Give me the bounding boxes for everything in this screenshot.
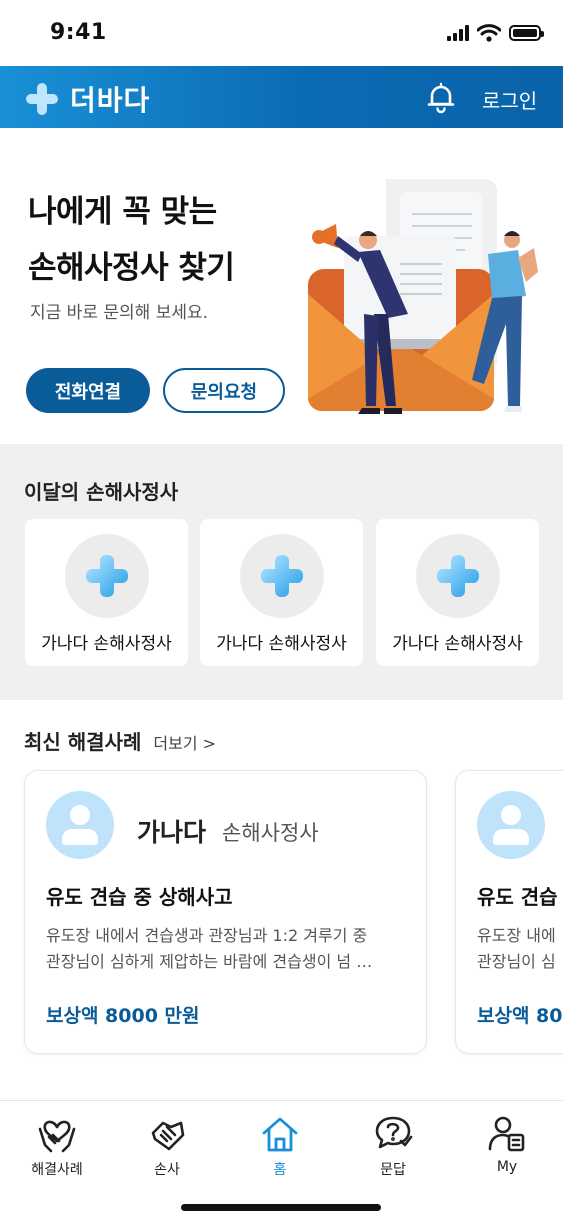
tab-label: 손사 — [154, 1162, 180, 1178]
handshake-icon — [151, 1121, 185, 1151]
case-description-line: 관장님이 심 — [477, 952, 556, 971]
tab-label: 문답 — [380, 1162, 406, 1178]
latest-cases-title: 최신 해결사례 — [24, 730, 142, 754]
monthly-section-title: 이달의 손해사정사 — [24, 480, 179, 504]
app-header: 더바다 로그인 — [0, 66, 563, 128]
cross-avatar-icon — [261, 555, 303, 597]
tab-adjusters[interactable]: 손사 — [122, 1115, 212, 1179]
call-button[interactable]: 전화연결 — [26, 368, 150, 413]
compensation-amount: 보상액 8000 만원 — [46, 1005, 200, 1027]
avatar — [65, 534, 149, 618]
cross-logo-icon — [26, 83, 58, 115]
case-description-line: 유도장 내에 — [477, 926, 556, 945]
adjuster-name: 가나다 손해사정사 — [41, 634, 172, 654]
adjuster-name: 가나다 — [137, 818, 207, 847]
login-button[interactable]: 로그인 — [482, 85, 537, 114]
bottom-tab-bar: 해결사례 손사 홈 문답 My — [0, 1100, 563, 1218]
adjuster-card[interactable]: 가나다 손해사정사 — [200, 519, 363, 666]
tab-qna[interactable]: 문답 — [348, 1115, 438, 1179]
tab-cases[interactable]: 해결사례 — [12, 1115, 102, 1179]
more-link[interactable]: 더보기 > — [153, 730, 216, 754]
adjuster-name: 가나다 손해사정사 — [216, 634, 347, 654]
battery-icon — [509, 25, 544, 41]
user-avatar-icon — [477, 791, 545, 859]
cross-avatar-icon — [86, 555, 128, 597]
wifi-icon — [477, 24, 501, 42]
hero-title-line2: 손해사정사 찾기 — [28, 250, 235, 286]
handshake-heart-icon — [38, 1120, 76, 1153]
case-title: 유도 견습 중 상해사고 — [46, 885, 233, 909]
tab-label: 홈 — [273, 1162, 287, 1178]
user-profile-icon — [488, 1116, 525, 1152]
cellular-signal-icon — [447, 25, 469, 41]
latest-cases-header: 최신 해결사례 더보기 > — [24, 726, 216, 755]
bell-icon[interactable] — [424, 80, 458, 114]
monthly-adjusters-section: 이달의 손해사정사 가나다 손해사정사 가나다 손해사정사 가나다 손해사정사 — [0, 444, 563, 700]
avatar — [416, 534, 500, 618]
case-description: 유도장 내에 관장님이 심 — [477, 923, 563, 975]
hero-illustration — [308, 179, 538, 414]
case-description-line: 유도장 내에서 견습생과 관장님과 1:2 겨루기 중 — [46, 926, 368, 945]
case-card[interactable]: 가나다 손해사정사 유도 견습 중 상해사고 유도장 내에서 견습생과 관장님과… — [24, 770, 427, 1054]
home-indicator — [181, 1204, 381, 1211]
hero-section: 나에게 꼭 맞는 손해사정사 찾기 지금 바로 문의해 보세요. 전화연결 문의… — [0, 128, 563, 444]
user-avatar-icon — [46, 791, 114, 859]
brand-name: 더바다 — [70, 84, 151, 117]
status-bar: 9:41 — [0, 0, 563, 66]
avatar — [240, 534, 324, 618]
case-description: 유도장 내에서 견습생과 관장님과 1:2 겨루기 중 관장님이 심하게 제압하… — [46, 923, 406, 975]
tab-my[interactable]: My — [462, 1115, 552, 1175]
case-card[interactable]: 유도 견습 유도장 내에 관장님이 심 보상액 80 — [455, 770, 563, 1054]
question-chat-icon — [375, 1116, 413, 1149]
tab-label: My — [496, 1159, 518, 1175]
inquiry-button[interactable]: 문의요청 — [163, 368, 285, 413]
hero-title-line1: 나에게 꼭 맞는 — [28, 194, 217, 230]
status-time: 9:41 — [50, 20, 107, 45]
case-description-line: 관장님이 심하게 제압하는 바람에 견습생이 넘 … — [46, 952, 373, 971]
adjuster-card[interactable]: 가나다 손해사정사 — [25, 519, 188, 666]
compensation-amount: 보상액 80 — [477, 1005, 563, 1027]
adjuster-card[interactable]: 가나다 손해사정사 — [376, 519, 539, 666]
cross-avatar-icon — [437, 555, 479, 597]
tab-home[interactable]: 홈 — [235, 1115, 325, 1179]
hero-subtitle: 지금 바로 문의해 보세요. — [30, 303, 209, 323]
brand-logo[interactable]: 더바다 — [26, 79, 150, 119]
hero-title: 나에게 꼭 맞는 손해사정사 찾기 — [28, 184, 235, 296]
tab-label: 해결사례 — [31, 1162, 83, 1178]
case-title: 유도 견습 — [477, 885, 558, 909]
adjuster-role: 손해사정사 — [222, 821, 319, 845]
adjuster-name: 가나다 손해사정사 — [392, 634, 523, 654]
home-icon — [262, 1117, 298, 1152]
status-icons — [447, 24, 544, 42]
